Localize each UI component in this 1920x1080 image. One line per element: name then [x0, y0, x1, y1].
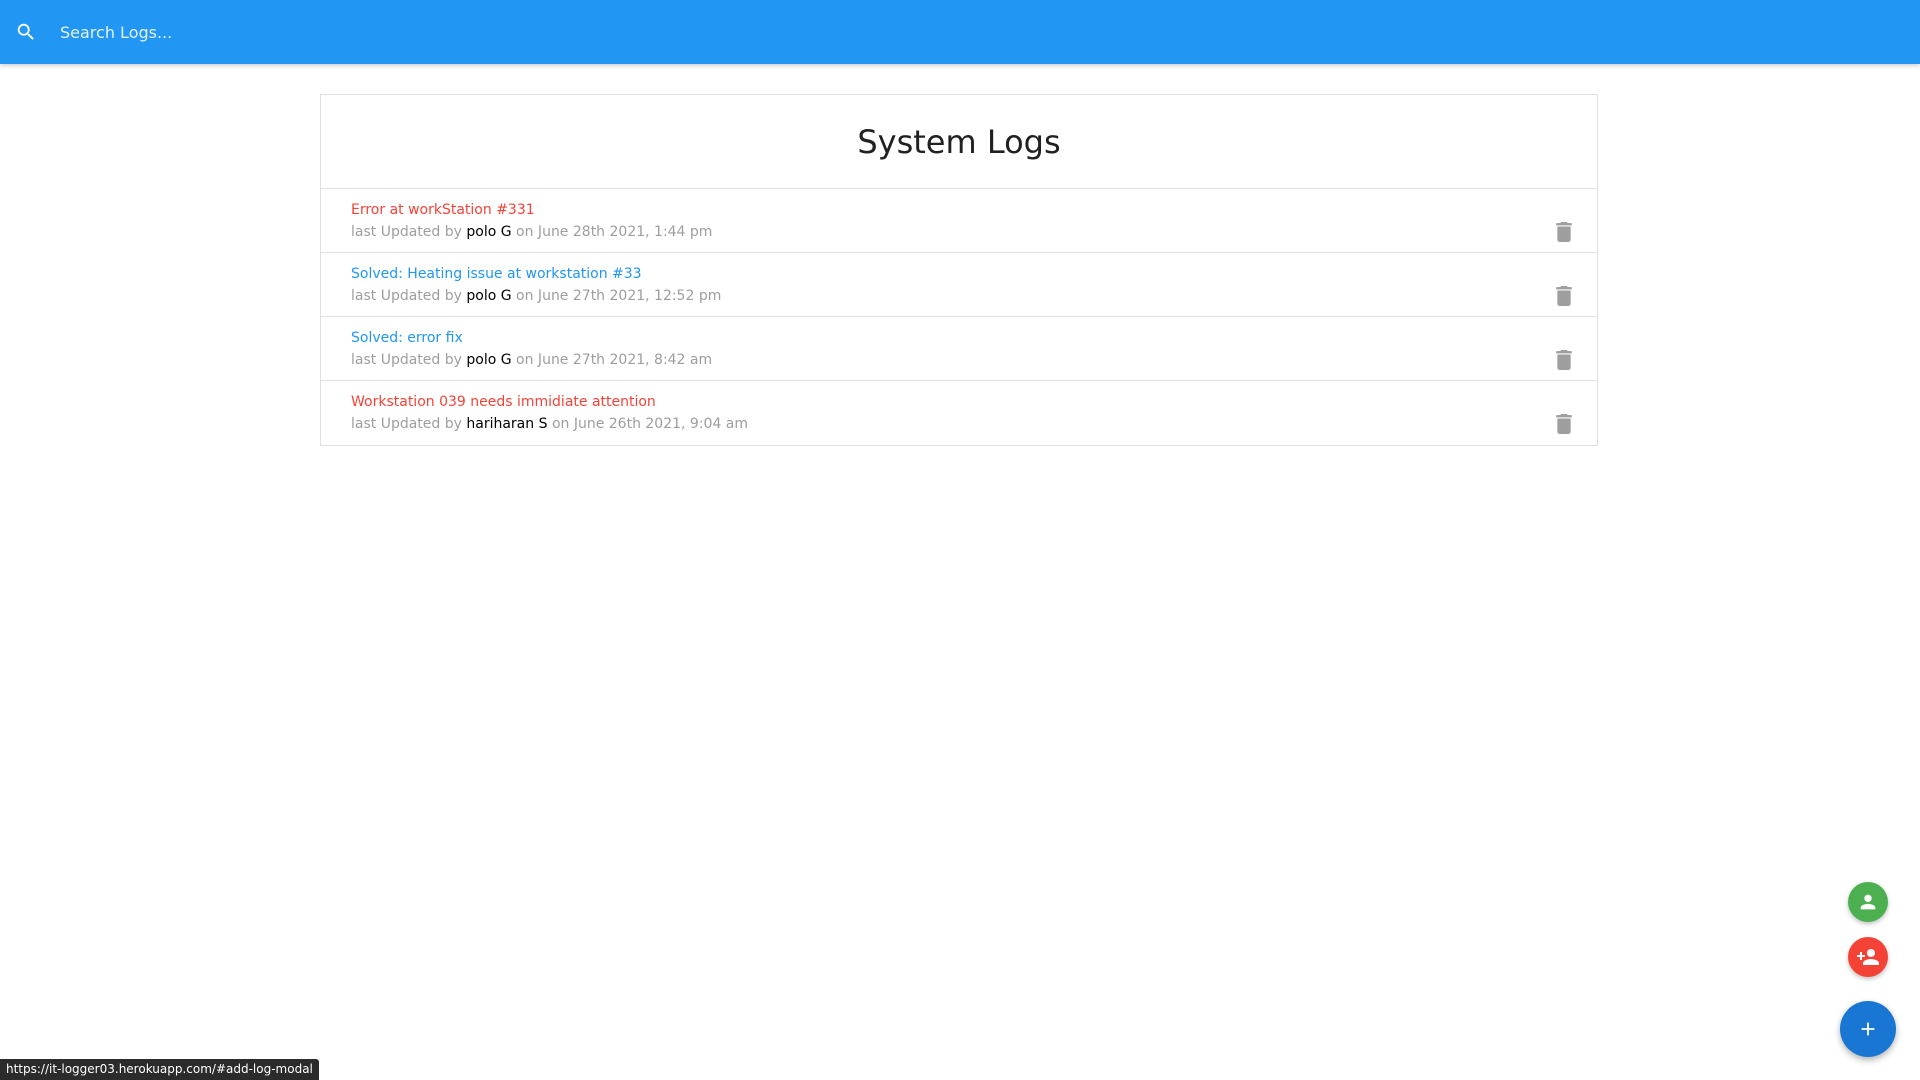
delete-icon[interactable]	[1555, 414, 1573, 434]
log-message-link[interactable]: Error at workStation #331	[351, 202, 535, 218]
log-meta: last Updated by polo G on June 27th 2021…	[351, 352, 712, 368]
add-tech-button[interactable]	[1848, 937, 1888, 977]
log-meta-prefix: last Updated by	[351, 288, 462, 304]
log-item: Solved: error fix last Updated by polo G…	[321, 317, 1597, 381]
search-input[interactable]	[60, 12, 1860, 52]
page-title: System Logs	[857, 122, 1061, 161]
log-date: on June 27th 2021, 12:52 pm	[516, 288, 722, 304]
status-url: https://it-logger03.herokuapp.com/#add-l…	[0, 1059, 319, 1080]
log-item: Error at workStation #331 last Updated b…	[321, 189, 1597, 253]
log-meta-prefix: last Updated by	[351, 352, 462, 368]
delete-icon[interactable]	[1555, 222, 1573, 242]
delete-icon[interactable]	[1555, 286, 1573, 306]
log-date: on June 26th 2021, 9:04 am	[551, 416, 749, 432]
log-tech-name: polo G	[466, 288, 512, 304]
plus-icon	[1861, 1022, 1875, 1036]
search-icon[interactable]	[15, 21, 37, 43]
log-meta: last Updated by polo G on June 27th 2021…	[351, 288, 721, 304]
search-navbar	[0, 0, 1920, 64]
add-log-button[interactable]	[1840, 1001, 1896, 1057]
log-meta-prefix: last Updated by	[351, 416, 462, 432]
delete-icon[interactable]	[1555, 350, 1573, 370]
log-message-link[interactable]: Solved: Heating issue at workstation #33	[351, 266, 642, 282]
tech-list-button[interactable]	[1848, 882, 1888, 922]
log-tech-name: polo G	[466, 352, 512, 368]
log-meta: last Updated by hariharan S on June 26th…	[351, 416, 748, 432]
logs-header: System Logs	[321, 95, 1597, 189]
log-meta-prefix: last Updated by	[351, 224, 462, 240]
log-tech-name: polo G	[466, 224, 512, 240]
log-date: on June 27th 2021, 8:42 am	[516, 352, 713, 368]
person-icon	[1860, 894, 1876, 910]
log-message-link[interactable]: Workstation 039 needs immidiate attentio…	[351, 394, 656, 410]
person-add-icon	[1857, 949, 1879, 965]
log-item: Solved: Heating issue at workstation #33…	[321, 253, 1597, 317]
log-message-link[interactable]: Solved: error fix	[351, 330, 463, 346]
log-tech-name: hariharan S	[466, 416, 548, 432]
log-meta: last Updated by polo G on June 28th 2021…	[351, 224, 712, 240]
log-date: on June 28th 2021, 1:44 pm	[516, 224, 713, 240]
log-item: Workstation 039 needs immidiate attentio…	[321, 381, 1597, 445]
logs-list: System Logs Error at workStation #331 la…	[320, 94, 1598, 446]
